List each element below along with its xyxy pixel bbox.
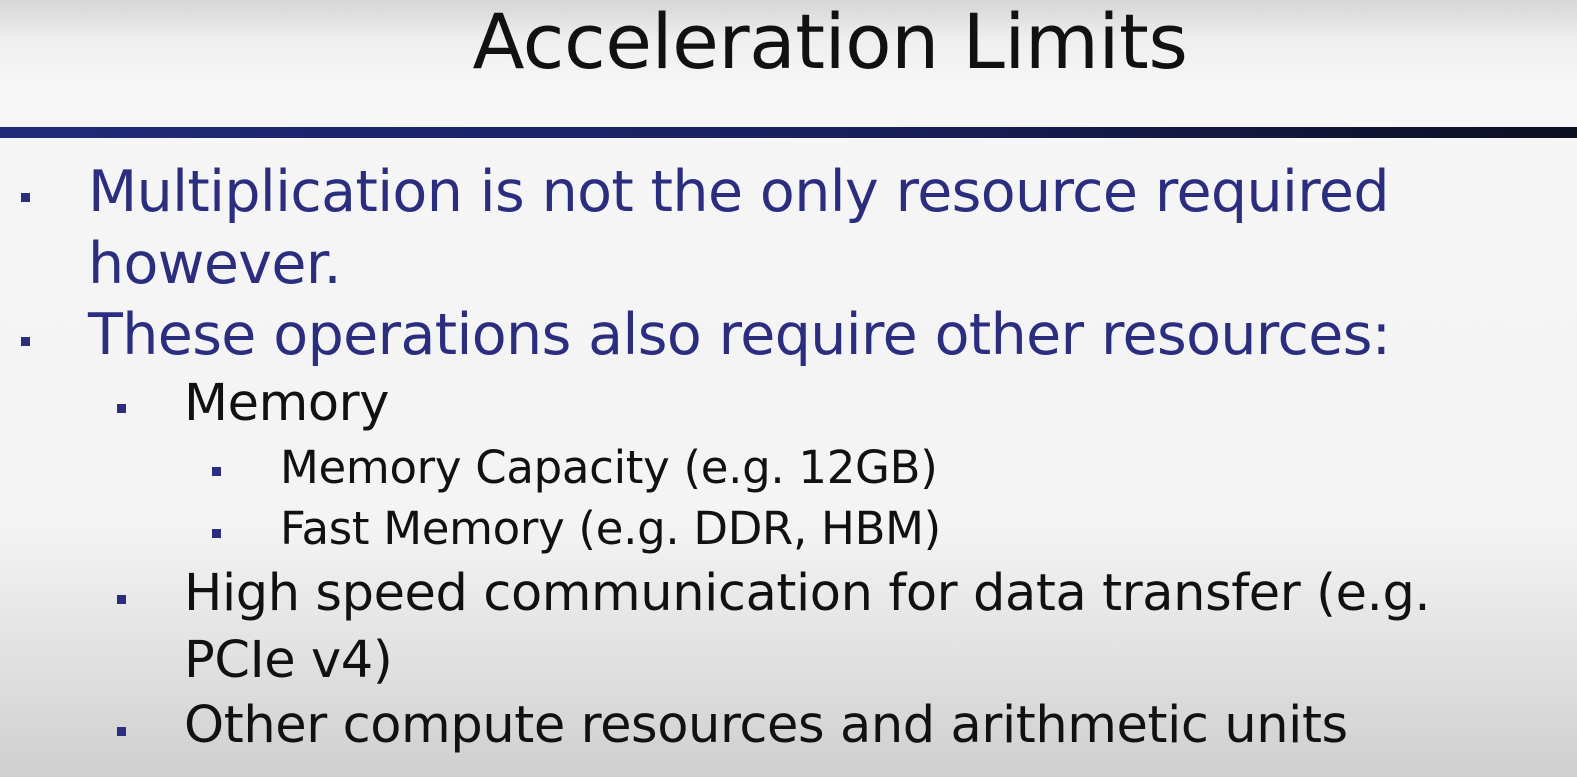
bullet-square-icon — [212, 529, 221, 538]
slide: Acceleration Limits Multiplication is no… — [0, 0, 1577, 777]
bullet-text-line: Memory — [184, 374, 390, 433]
bullet-square-icon — [212, 467, 221, 476]
bullet-text-line: Fast Memory (e.g. DDR, HBM) — [280, 502, 941, 555]
bullet-square-icon — [21, 337, 30, 346]
bullet-square-icon — [117, 404, 126, 413]
bullet-text-line: Other compute resources and arithmetic u… — [184, 696, 1348, 755]
bullet-text-line: however. — [88, 231, 342, 297]
bullet-square-icon — [117, 727, 126, 736]
bullet-text-line: Memory Capacity (e.g. 12GB) — [280, 441, 938, 494]
slide-title: Acceleration Limits — [472, 0, 1188, 86]
bullet-square-icon — [117, 595, 126, 604]
title-divider — [0, 127, 1577, 138]
bullet-text-line: Multiplication is not the only resource … — [88, 159, 1390, 225]
bullet-text-line: PCIe v4) — [184, 631, 393, 690]
bullet-text-line: These operations also require other reso… — [88, 302, 1391, 368]
bullet-text-line: High speed communication for data transf… — [184, 564, 1431, 623]
bullet-square-icon — [21, 193, 30, 202]
